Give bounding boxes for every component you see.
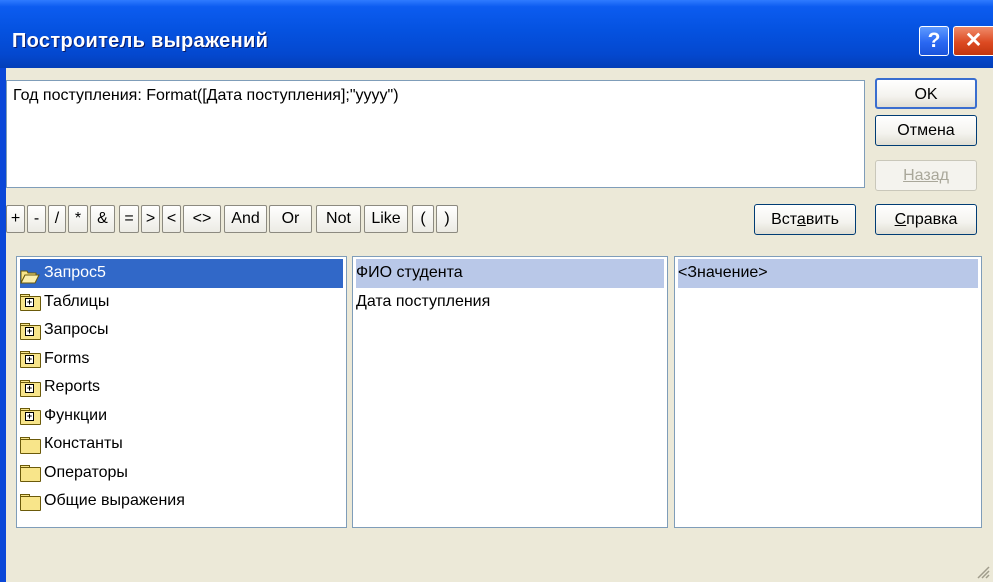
tree-item[interactable]: Общие выражения bbox=[20, 487, 343, 516]
tree-item-label: Операторы bbox=[44, 463, 128, 481]
operator-button[interactable]: Or bbox=[269, 205, 312, 233]
tree-item[interactable]: + Запросы bbox=[20, 316, 343, 345]
tree-item-label: Запрос5 bbox=[44, 264, 106, 281]
field-list[interactable]: ФИО студента Дата поступления bbox=[352, 256, 668, 528]
operator-button[interactable]: + bbox=[6, 205, 25, 233]
operator-button[interactable]: ( bbox=[412, 205, 434, 233]
operator-button[interactable]: / bbox=[48, 205, 66, 233]
back-button[interactable]: Назад bbox=[875, 160, 977, 191]
tree-item-label: Запросы bbox=[44, 321, 109, 338]
help-label-accel: С bbox=[894, 211, 907, 228]
operator-button[interactable]: ) bbox=[436, 205, 458, 233]
operator-button[interactable]: And bbox=[224, 205, 267, 233]
tree-item[interactable]: Константы bbox=[20, 430, 343, 459]
tree-item-label: Таблицы bbox=[44, 292, 110, 310]
operator-button[interactable]: > bbox=[141, 205, 160, 233]
insert-label-accel: а bbox=[796, 211, 806, 228]
folder-icon bbox=[20, 465, 41, 483]
insert-label-a: Вст bbox=[771, 211, 797, 228]
object-tree-list[interactable]: Запрос5 + Таблицы + Запросы + Forms + Reports + Фу… bbox=[16, 256, 347, 528]
tree-item-label: Константы bbox=[44, 435, 123, 452]
tree-item-label: Функции bbox=[44, 406, 108, 424]
tree-item[interactable]: Запрос5 bbox=[20, 259, 343, 288]
expression-textbox[interactable]: Год поступления: Format([Дата поступлени… bbox=[6, 80, 865, 188]
operator-button[interactable]: Like bbox=[364, 205, 408, 233]
tree-item[interactable]: + Reports bbox=[20, 373, 343, 402]
plus-folder-icon: + bbox=[20, 351, 41, 369]
operator-button[interactable]: = bbox=[119, 205, 139, 233]
help-button[interactable]: Справка bbox=[875, 204, 977, 235]
open-folder-icon bbox=[20, 266, 40, 284]
insert-label-b: вить bbox=[805, 211, 839, 228]
tree-item-label: Forms bbox=[44, 349, 90, 367]
back-button-label: Назад bbox=[903, 167, 949, 184]
ok-button[interactable]: OK bbox=[875, 78, 977, 109]
tree-item-label: Reports bbox=[44, 378, 101, 395]
operator-button[interactable]: * bbox=[68, 205, 88, 233]
plus-folder-icon: + bbox=[20, 408, 41, 426]
expression-builder-window: Построитель выражений ? ✕ Год поступлени… bbox=[0, 0, 993, 582]
help-label-b: правка bbox=[906, 211, 958, 228]
tree-item[interactable]: + Функции bbox=[20, 402, 343, 431]
dialog-client-area: Год поступления: Format([Дата поступлени… bbox=[6, 68, 993, 582]
field-list-item[interactable]: ФИО студента bbox=[356, 259, 664, 288]
field-list-item[interactable]: Дата поступления bbox=[356, 288, 664, 317]
operator-button[interactable]: <> bbox=[183, 205, 221, 233]
help-title-button[interactable]: ? bbox=[919, 26, 949, 56]
tree-item[interactable]: Операторы bbox=[20, 459, 343, 488]
plus-folder-icon: + bbox=[20, 379, 41, 397]
operator-button[interactable]: Not bbox=[316, 205, 361, 233]
cancel-button[interactable]: Отмена bbox=[875, 115, 977, 146]
insert-button[interactable]: Вставить bbox=[754, 204, 856, 235]
folder-icon bbox=[20, 436, 41, 454]
operator-button[interactable]: < bbox=[162, 205, 181, 233]
close-button[interactable]: ✕ bbox=[953, 26, 993, 56]
folder-icon bbox=[20, 493, 41, 511]
plus-folder-icon: + bbox=[20, 294, 41, 312]
operator-button[interactable]: & bbox=[90, 205, 115, 233]
tree-item[interactable]: + Таблицы bbox=[20, 288, 343, 317]
window-title: Построитель выражений bbox=[12, 30, 269, 52]
resize-grip-icon[interactable] bbox=[976, 565, 990, 579]
plus-folder-icon: + bbox=[20, 322, 41, 340]
tree-item[interactable]: + Forms bbox=[20, 345, 343, 374]
value-list-item[interactable]: <Значение> bbox=[678, 259, 978, 288]
operator-button[interactable]: - bbox=[27, 205, 46, 233]
title-bar[interactable]: Построитель выражений ? ✕ bbox=[0, 0, 993, 68]
value-list[interactable]: <Значение> bbox=[674, 256, 982, 528]
tree-item-label: Общие выражения bbox=[44, 492, 185, 509]
